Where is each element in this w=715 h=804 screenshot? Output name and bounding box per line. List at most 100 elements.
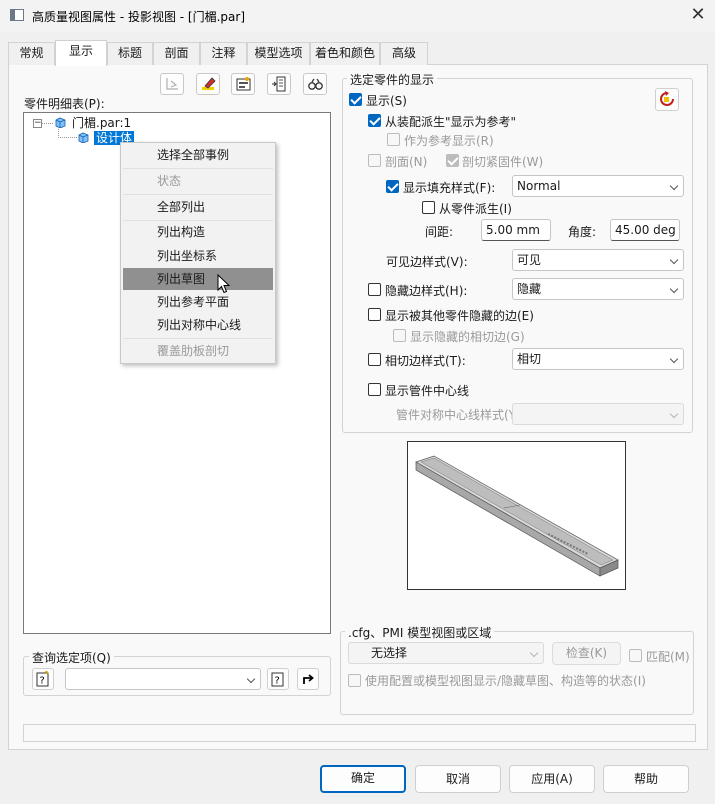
query-help-icon: ? [36, 671, 49, 687]
tangent-edge-checkbox[interactable] [368, 353, 381, 366]
status-bar [23, 724, 696, 742]
tab-caption[interactable]: 标题 [107, 42, 153, 65]
menu-item-list-sketches[interactable]: 列出草图 [123, 268, 273, 290]
tree-line-icon [42, 123, 54, 124]
highlighter-icon [202, 77, 216, 90]
match-label: 匹配(M) [646, 650, 690, 664]
cut-fasteners-checkbox[interactable] [446, 154, 459, 167]
query-help-button[interactable]: ? [267, 668, 289, 690]
hidden-edge-dropdown[interactable]: 隐藏 [512, 278, 684, 300]
show-hidden-by-others-checkbox[interactable] [368, 308, 381, 321]
from-assembly-label: 从装配派生"显示为参考" [385, 115, 517, 129]
tab-general[interactable]: 常规 [8, 42, 55, 65]
tab-annotation[interactable]: 注释 [200, 42, 247, 65]
cancel-button[interactable]: 取消 [415, 765, 501, 793]
fill-style-dropdown[interactable]: Normal [512, 175, 684, 197]
apply-button[interactable]: 应用(A) [509, 765, 595, 793]
show-hidden-tangent-label: 显示隐藏的相切边(G) [410, 330, 525, 344]
from-assembly-checkbox[interactable] [368, 114, 381, 127]
properties-icon [236, 77, 251, 91]
menu-separator [123, 338, 273, 339]
query-run-button[interactable] [297, 668, 319, 690]
spacing-input[interactable]: 5.00 mm [481, 219, 551, 241]
tab-display[interactable]: 显示 [55, 40, 107, 66]
angle-input[interactable]: 45.00 deg [610, 219, 680, 241]
menu-separator [123, 168, 273, 169]
app-window-icon [10, 9, 24, 21]
angle-label: 角度: [568, 225, 597, 239]
tree-collapse-icon[interactable]: − [33, 119, 42, 128]
visible-edge-label: 可见边样式(V): [386, 255, 468, 269]
match-checkbox[interactable] [629, 649, 642, 662]
visible-edge-dropdown[interactable]: 可见 [512, 249, 684, 271]
show-hidden-tangent-checkbox[interactable] [393, 329, 406, 342]
check-button[interactable]: 检查(K) [552, 642, 621, 665]
ok-button[interactable]: 确定 [320, 765, 406, 793]
derive-from-part-checkbox[interactable] [422, 201, 435, 214]
filter-icon [166, 78, 178, 90]
chevron-down-icon [246, 674, 256, 684]
fill-style-checkbox[interactable] [386, 180, 399, 193]
tab-shading-color[interactable]: 着色和颜色 [310, 42, 380, 65]
menu-item-list-construction[interactable]: 列出构造 [123, 221, 273, 243]
tab-section[interactable]: 剖面 [153, 42, 200, 65]
menu-item-list-symmetric-centerlines[interactable]: 列出对称中心线 [123, 314, 273, 336]
menu-item-status: 状态 [157, 174, 182, 188]
as-reference-checkbox[interactable] [387, 133, 400, 146]
chevron-down-icon [669, 255, 679, 265]
tab-model-options[interactable]: 模型选项 [247, 42, 310, 65]
query-edit-button[interactable]: ? [32, 668, 54, 690]
show-hidden-by-others-label: 显示被其他零件隐藏的边(E) [385, 309, 534, 323]
menu-item-list-reference-planes[interactable]: 列出参考平面 [123, 291, 273, 313]
window-title: 高质量视图属性 - 投影视图 - [门楣.par] [32, 10, 246, 24]
toolbar-highlight-button[interactable] [196, 73, 220, 95]
spacing-label: 间距: [425, 225, 454, 239]
design-body-icon [78, 132, 89, 143]
tangent-edge-label: 相切边样式(T): [385, 354, 466, 368]
reset-display-button[interactable] [655, 88, 679, 111]
part-display-title: 选定零件的显示 [347, 71, 438, 88]
hidden-edge-label: 隐藏边样式(H): [385, 284, 468, 298]
svg-text:?: ? [40, 676, 45, 687]
redo-arrow-icon [303, 674, 314, 684]
pipe-centerline-label: 显示管件中心线 [385, 384, 470, 398]
as-reference-label: 作为参考显示(R) [404, 134, 494, 148]
section-checkbox[interactable] [368, 154, 381, 167]
cfg-dropdown[interactable]: 无选择 [348, 642, 544, 664]
pipe-symmetric-style-label: 管件对称中心线样式(Y): [396, 408, 525, 422]
menu-separator [123, 194, 273, 195]
binoculars-icon [308, 78, 323, 90]
chevron-down-icon [669, 181, 679, 191]
cut-fasteners-label: 剖切紧固件(W) [462, 155, 544, 169]
pipe-symmetric-style-dropdown[interactable] [512, 403, 684, 425]
close-icon[interactable]: ✕ [686, 3, 710, 27]
svg-text:?: ? [275, 676, 280, 687]
toolbar-filter-button[interactable] [160, 73, 184, 95]
show-checkbox[interactable] [349, 93, 362, 106]
help-icon: ? [271, 672, 284, 687]
list-icon [272, 76, 286, 92]
toolbar-properties-button[interactable] [231, 73, 255, 95]
query-group-title: 查询选定项(Q) [29, 649, 114, 666]
parts-list-label: 零件明细表(P): [24, 97, 105, 111]
part-preview-image [415, 455, 619, 577]
pipe-centerline-checkbox[interactable] [368, 383, 381, 396]
query-dropdown[interactable] [65, 668, 261, 690]
tab-advanced[interactable]: 高级 [380, 42, 428, 65]
use-config-label: 使用配置或模型视图显示/隐藏草图、构造等的状态(I) [365, 674, 646, 688]
toolbar-find-button[interactable] [303, 73, 327, 95]
fill-style-label: 显示填充样式(F): [403, 181, 496, 195]
menu-item-list-all[interactable]: 全部列出 [123, 196, 273, 218]
menu-item-list-coordinate-systems[interactable]: 列出坐标系 [123, 245, 273, 267]
tree-branch-icon [58, 127, 78, 138]
chevron-down-icon [529, 648, 539, 658]
mouse-cursor-icon [217, 274, 231, 294]
context-menu: 选择全部事例 状态 全部列出 列出构造 列出坐标系 列出草图 列出参考平面 列出… [120, 142, 276, 364]
tangent-edge-dropdown[interactable]: 相切 [512, 348, 684, 370]
use-config-checkbox[interactable] [348, 674, 361, 687]
derive-from-part-label: 从零件派生(I) [439, 202, 512, 216]
toolbar-list-button[interactable] [267, 73, 291, 95]
menu-item-select-all-occurrences[interactable]: 选择全部事例 [123, 144, 273, 166]
help-button[interactable]: 帮助 [603, 765, 689, 793]
hidden-edge-checkbox[interactable] [368, 283, 381, 296]
